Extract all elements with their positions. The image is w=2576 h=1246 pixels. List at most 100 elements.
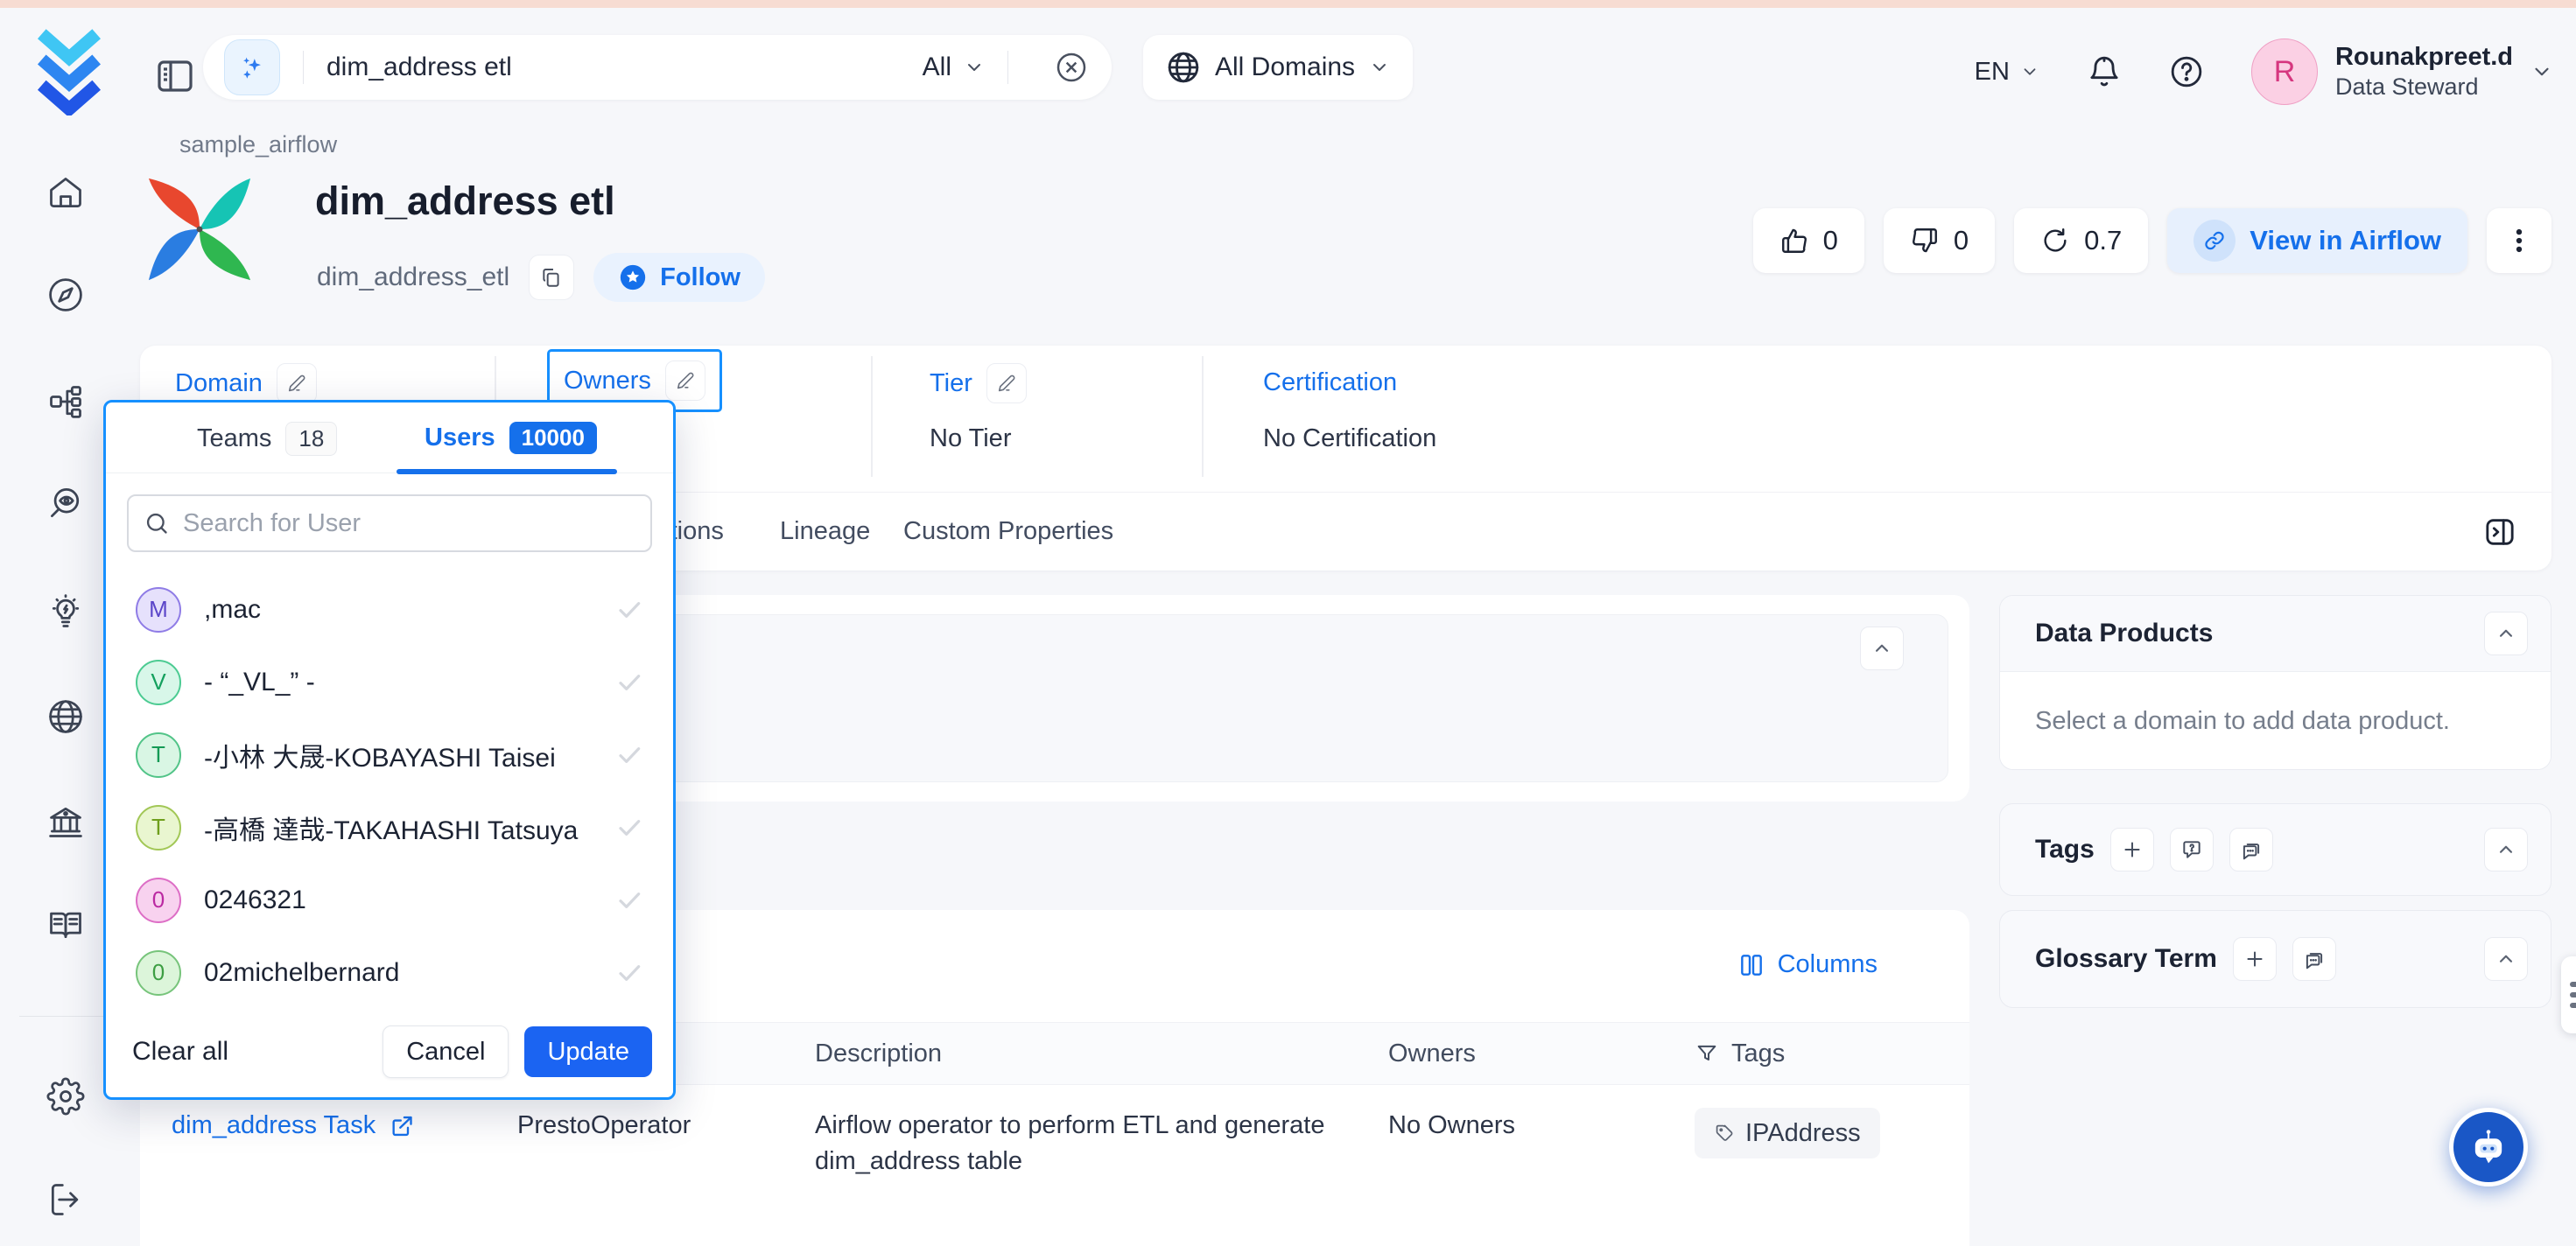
edit-domain-button[interactable]	[277, 363, 317, 403]
collapse-data-products-button[interactable]	[2484, 612, 2528, 655]
kebab-menu-icon	[2504, 226, 2534, 256]
header-tags-label: Tags	[1731, 1040, 1785, 1068]
tier-label: Tier	[930, 363, 1027, 403]
avatar: M	[136, 587, 181, 633]
check-icon	[615, 668, 643, 696]
user-profile-dropdown[interactable]: R Rounakpreet.d Data Steward	[2251, 38, 2553, 105]
logout-icon	[46, 1180, 85, 1219]
follow-label: Follow	[660, 263, 741, 292]
add-tag-button[interactable]	[2110, 828, 2154, 872]
airflow-logo-icon	[142, 172, 257, 287]
tab-lineage[interactable]: Lineage	[780, 517, 870, 546]
header-tags[interactable]: Tags	[1663, 1023, 1969, 1084]
sidebar-item-data-flow[interactable]	[42, 378, 89, 425]
tab-users[interactable]: Users 10000	[425, 422, 597, 454]
topbar-right-cluster: EN R Rounakpreet.d Data Steward	[1975, 35, 2553, 108]
ai-sparkle-icon	[224, 39, 280, 95]
user-list: M ,mac V - “_VL_” - T -小林 大晟-KOBAYASHI T…	[106, 573, 673, 1009]
language-dropdown[interactable]: EN	[1975, 58, 2039, 87]
search-input[interactable]: dim_address etl	[326, 52, 923, 82]
chatbot-button[interactable]	[2449, 1108, 2528, 1186]
upvote-button[interactable]: 0	[1753, 208, 1864, 273]
sidebar-item-observability[interactable]	[42, 480, 89, 527]
cell-task-owners: No Owners	[1357, 1085, 1663, 1180]
task-link[interactable]: dim_address Task	[172, 1108, 414, 1144]
certification-label-text: Certification	[1263, 368, 1397, 397]
feedback-icon	[2570, 982, 2576, 987]
home-icon	[46, 173, 85, 212]
sidebar-item-glossary[interactable]	[42, 900, 89, 948]
cancel-button[interactable]: Cancel	[383, 1026, 509, 1078]
collapse-description-button[interactable]	[1860, 626, 1904, 670]
user-search-field[interactable]: Search for User	[127, 494, 652, 552]
collapse-tags-button[interactable]	[2484, 828, 2528, 872]
search-eye-icon	[46, 484, 85, 522]
avatar: V	[136, 660, 181, 705]
version-button[interactable]: 0.7	[2014, 208, 2148, 273]
notifications-bell-button[interactable]	[2087, 54, 2122, 89]
sidebar-divider	[19, 1016, 112, 1017]
search-divider	[303, 51, 304, 84]
sidebar-toggle-button[interactable]	[154, 53, 196, 99]
certification-label: Certification	[1263, 368, 1397, 397]
feedback-icon	[2570, 992, 2576, 998]
top-notice-strip	[0, 0, 2576, 8]
tags-card: Tags	[1999, 803, 2551, 896]
global-search-bar[interactable]: dim_address etl All	[203, 35, 1112, 100]
list-item-user[interactable]: M ,mac	[106, 573, 673, 646]
downvote-button[interactable]: 0	[1884, 208, 1995, 273]
edit-owners-button[interactable]	[665, 360, 705, 401]
tags-conversations-button[interactable]	[2229, 828, 2273, 872]
robot-icon	[2466, 1124, 2511, 1170]
follow-button[interactable]: Follow	[593, 253, 765, 302]
owners-picker-popover: Teams 18 Users 10000 Search for User M ,…	[103, 400, 676, 1100]
add-glossary-term-button[interactable]	[2233, 937, 2277, 981]
avatar: R	[2251, 38, 2318, 105]
more-options-button[interactable]	[2487, 208, 2551, 273]
edit-tier-button[interactable]	[986, 363, 1027, 403]
update-button[interactable]: Update	[524, 1026, 652, 1077]
chevron-down-icon	[964, 57, 985, 78]
version-value: 0.7	[2084, 225, 2122, 256]
filter-funnel-icon[interactable]	[1695, 1041, 1719, 1066]
sidebar-item-settings[interactable]	[42, 1073, 89, 1120]
collapse-right-panel-button[interactable]	[2478, 510, 2522, 554]
tab-custom-properties[interactable]: Custom Properties	[903, 517, 1113, 546]
list-item-user[interactable]: 0 0246321	[106, 864, 673, 936]
sidebar-item-domains[interactable]	[42, 693, 89, 740]
search-clear-button[interactable]	[1054, 50, 1089, 85]
glossary-conversations-button[interactable]	[2292, 937, 2336, 981]
thumbs-down-icon	[1910, 226, 1940, 256]
domains-filter-dropdown[interactable]: All Domains	[1143, 35, 1413, 100]
gear-icon	[46, 1077, 85, 1116]
collate-logo-icon[interactable]	[35, 27, 103, 115]
downvote-count: 0	[1954, 225, 1969, 256]
sidebar-item-govern[interactable]	[42, 798, 89, 845]
feedback-edge-tab[interactable]	[2561, 956, 2576, 1033]
sidebar-item-home[interactable]	[42, 169, 89, 216]
sidebar-item-insights[interactable]	[42, 588, 89, 635]
active-tab-underline	[397, 469, 617, 474]
clear-all-button[interactable]: Clear all	[132, 1037, 367, 1067]
compass-icon	[46, 276, 85, 314]
list-item-user[interactable]: V - “_VL_” -	[106, 646, 673, 718]
bank-icon	[46, 802, 85, 841]
columns-selector-button[interactable]: Columns	[1737, 950, 1878, 979]
help-button[interactable]	[2169, 54, 2204, 89]
tab-teams[interactable]: Teams 18	[197, 422, 337, 456]
sidebar-item-explore[interactable]	[42, 271, 89, 318]
request-tags-button[interactable]	[2170, 828, 2214, 872]
sidebar-item-logout[interactable]	[42, 1176, 89, 1223]
language-value: EN	[1975, 58, 2010, 87]
tag-chip[interactable]: IPAddress	[1695, 1108, 1880, 1158]
list-item-user[interactable]: T -小林 大晟-KOBAYASHI Taisei	[106, 718, 673, 791]
tag-chip-label: IPAddress	[1745, 1116, 1861, 1152]
search-scope-dropdown[interactable]: All	[923, 52, 985, 82]
view-in-airflow-button[interactable]: View in Airflow	[2167, 208, 2467, 273]
collapse-glossary-button[interactable]	[2484, 937, 2528, 981]
user-display-name: 0246321	[204, 886, 593, 915]
breadcrumb[interactable]: sample_airflow	[179, 131, 337, 158]
list-item-user[interactable]: 0 02michelbernard	[106, 936, 673, 1009]
copy-button[interactable]	[529, 255, 574, 300]
list-item-user[interactable]: T -高橋 達哉-TAKAHASHI Tatsuya	[106, 791, 673, 864]
